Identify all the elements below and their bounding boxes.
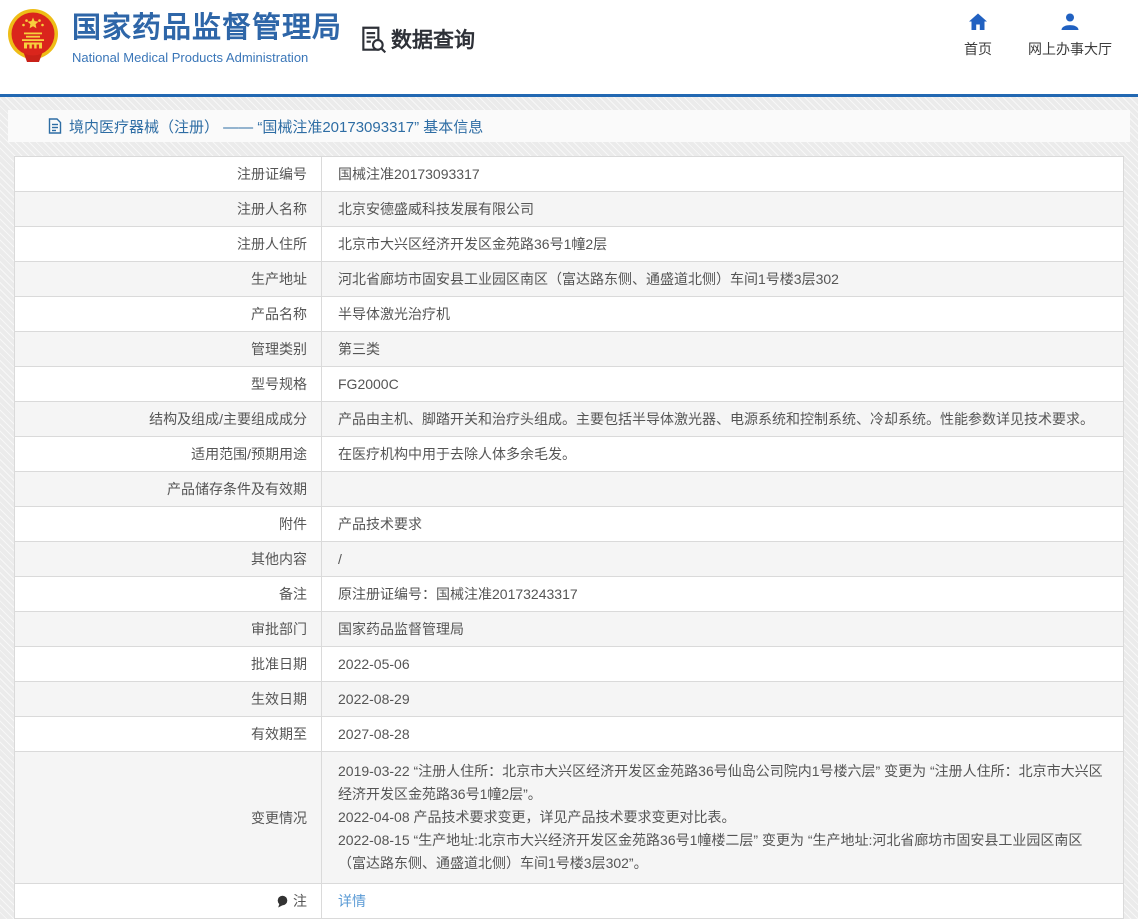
row-value: 在医疗机构中用于去除人体多余毛发。 (322, 437, 1123, 471)
table-row: 注册证编号国械注准20173093317 (15, 157, 1123, 192)
row-label: 附件 (15, 507, 322, 541)
row-label: 批准日期 (15, 647, 322, 681)
row-label: 注册人名称 (15, 192, 322, 226)
info-table: 注册证编号国械注准20173093317注册人名称北京安德盛威科技发展有限公司注… (14, 156, 1124, 919)
data-query-nav[interactable]: 数据查询 (358, 24, 475, 54)
site-title: 国家药品监督管理局 (72, 4, 342, 46)
page-title-bar: 境内医疗器械（注册） —— “国械注准20173093317” 基本信息 (8, 110, 1130, 142)
row-label: 型号规格 (15, 367, 322, 401)
row-value: 2022-08-29 (322, 682, 1123, 716)
row-value: FG2000C (322, 367, 1123, 401)
row-label: 注 (15, 884, 322, 918)
document-search-icon (358, 24, 388, 54)
row-value: 2022-05-06 (322, 647, 1123, 681)
table-row: 批准日期2022-05-06 (15, 647, 1123, 682)
row-value: 北京市大兴区经济开发区金苑路36号1幢2层 (322, 227, 1123, 261)
row-label: 备注 (15, 577, 322, 611)
site-subtitle: National Medical Products Administration (72, 50, 342, 65)
detail-link[interactable]: 详情 (338, 893, 366, 910)
row-value: 2019-03-22 “注册人住所：北京市大兴区经济开发区金苑路36号仙岛公司院… (322, 752, 1123, 883)
row-value: / (322, 542, 1123, 576)
national-emblem-logo (6, 8, 60, 62)
table-row: 产品储存条件及有效期 (15, 472, 1123, 507)
table-row: 其他内容/ (15, 542, 1123, 577)
table-row: 管理类别第三类 (15, 332, 1123, 367)
row-label: 管理类别 (15, 332, 322, 366)
table-row: 备注原注册证编号：国械注准20173243317 (15, 577, 1123, 612)
document-icon (48, 118, 62, 134)
nav-home-label: 首页 (964, 39, 992, 59)
row-value: 北京安德盛威科技发展有限公司 (322, 192, 1123, 226)
table-row: 生产地址河北省廊坊市固安县工业园区南区（富达路东侧、通盛道北侧）车间1号楼3层3… (15, 262, 1123, 297)
note-icon (276, 895, 289, 908)
table-row: 注册人名称北京安德盛威科技发展有限公司 (15, 192, 1123, 227)
table-row: 附件产品技术要求 (15, 507, 1123, 542)
row-label: 适用范围/预期用途 (15, 437, 322, 471)
site-header: 国家药品监督管理局 National Medical Products Admi… (0, 0, 1138, 94)
row-value: 产品技术要求 (322, 507, 1123, 541)
row-value: 国械注准20173093317 (322, 157, 1123, 191)
table-row: 审批部门国家药品监督管理局 (15, 612, 1123, 647)
user-icon (1060, 12, 1080, 32)
nav-home[interactable]: 首页 (964, 12, 992, 59)
table-row: 产品名称半导体激光治疗机 (15, 297, 1123, 332)
row-label: 生效日期 (15, 682, 322, 716)
row-label: 生产地址 (15, 262, 322, 296)
row-value: 2027-08-28 (322, 717, 1123, 751)
row-label: 产品储存条件及有效期 (15, 472, 322, 506)
table-row: 生效日期2022-08-29 (15, 682, 1123, 717)
row-label: 注册证编号 (15, 157, 322, 191)
row-label: 审批部门 (15, 612, 322, 646)
top-nav: 首页 网上办事大厅 (964, 12, 1112, 59)
row-value: 第三类 (322, 332, 1123, 366)
row-label: 产品名称 (15, 297, 322, 331)
table-row: 变更情况 2019-03-22 “注册人住所：北京市大兴区经济开发区金苑路36号仙… (15, 752, 1123, 884)
brand[interactable]: 国家药品监督管理局 National Medical Products Admi… (6, 4, 342, 65)
change-entry: 2022-04-08 产品技术要求变更，详见产品技术要求变更对比表。 (338, 806, 1107, 829)
table-row: 适用范围/预期用途在医疗机构中用于去除人体多余毛发。 (15, 437, 1123, 472)
change-entry: 2019-03-22 “注册人住所：北京市大兴区经济开发区金苑路36号仙岛公司院… (338, 760, 1107, 806)
table-row: 注册人住所北京市大兴区经济开发区金苑路36号1幢2层 (15, 227, 1123, 262)
nav-online-hall[interactable]: 网上办事大厅 (1028, 12, 1112, 59)
nav-online-hall-label: 网上办事大厅 (1028, 39, 1112, 59)
row-label: 其他内容 (15, 542, 322, 576)
row-value: 详情 (322, 884, 1123, 918)
page-title: 境内医疗器械（注册） —— “国械注准20173093317” 基本信息 (69, 116, 483, 137)
row-label: 有效期至 (15, 717, 322, 751)
table-row: 有效期至2027-08-28 (15, 717, 1123, 752)
table-row: 注详情 (15, 884, 1123, 919)
row-label: 变更情况 (15, 752, 322, 883)
row-value: 河北省廊坊市固安县工业园区南区（富达路东侧、通盛道北侧）车间1号楼3层302 (322, 262, 1123, 296)
header-divider (0, 94, 1138, 97)
data-query-label: 数据查询 (391, 24, 475, 54)
row-value: 半导体激光治疗机 (322, 297, 1123, 331)
row-value: 产品由主机、脚踏开关和治疗头组成。主要包括半导体激光器、电源系统和控制系统、冷却… (322, 402, 1123, 436)
row-label: 注册人住所 (15, 227, 322, 261)
table-row: 结构及组成/主要组成成分产品由主机、脚踏开关和治疗头组成。主要包括半导体激光器、… (15, 402, 1123, 437)
row-value (322, 472, 1123, 506)
row-value: 原注册证编号：国械注准20173243317 (322, 577, 1123, 611)
row-label: 结构及组成/主要组成成分 (15, 402, 322, 436)
row-value: 国家药品监督管理局 (322, 612, 1123, 646)
change-entry: 2022-08-15 “生产地址:北京市大兴经济开发区金苑路36号1幢楼二层” … (338, 829, 1107, 875)
table-row: 型号规格FG2000C (15, 367, 1123, 402)
home-icon (968, 12, 988, 32)
